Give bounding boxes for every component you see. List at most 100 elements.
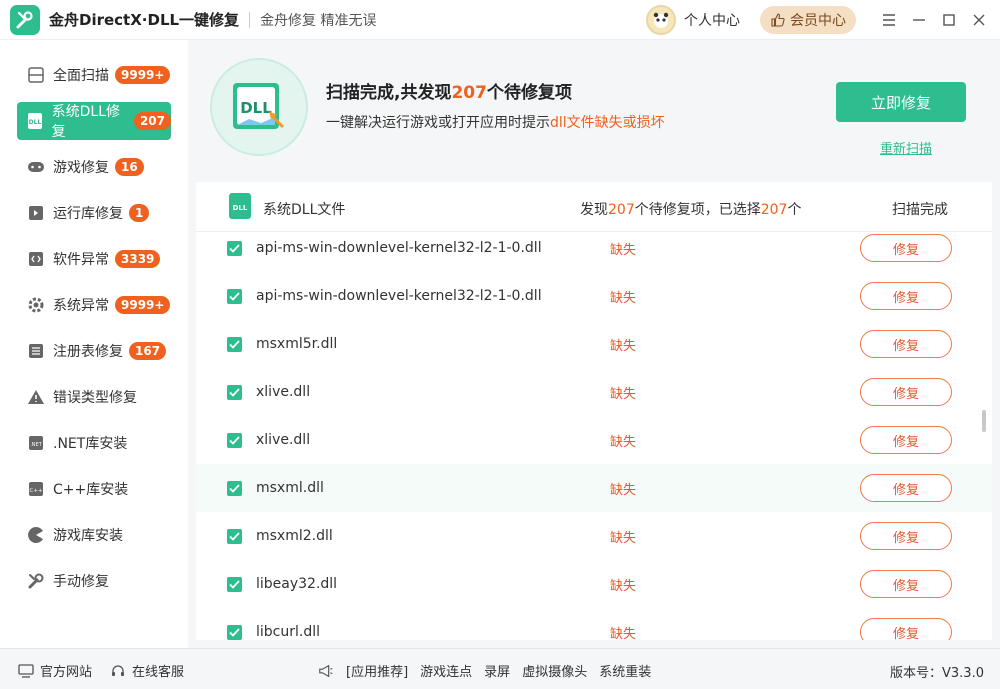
personal-center-link[interactable]: 个人中心	[684, 10, 740, 30]
row-checkbox[interactable]	[227, 576, 242, 592]
vip-center-label: 会员中心	[790, 13, 846, 29]
scan-status: 扫描完成	[892, 202, 948, 218]
dll-file-name: libcurl.dll	[256, 624, 320, 640]
dll-file-status: 缺失	[610, 434, 637, 450]
sidebar-item-full-scan[interactable]: 全面扫描 9999+	[17, 56, 171, 94]
sidebar-item-system-error[interactable]: 系统异常 9999+	[17, 286, 171, 324]
sidebar-item-label: .NET库安装	[53, 436, 128, 452]
dll-file-status: 缺失	[610, 386, 637, 402]
table-row[interactable]: libeay32.dll 缺失 修复	[196, 560, 992, 608]
table-row[interactable]: msxml2.dll 缺失 修复	[196, 512, 992, 560]
close-icon[interactable]	[964, 5, 994, 35]
count-badge: 3339	[115, 250, 161, 268]
sidebar-item-label: 系统异常	[53, 298, 109, 314]
row-checkbox[interactable]	[227, 240, 242, 256]
banner-title: 扫描完成,共发现207个待修复项	[326, 78, 572, 103]
table-row[interactable]: api-ms-win-downlevel-kernel32-l2-1-0.dll…	[196, 272, 992, 320]
minimize-icon[interactable]	[904, 5, 934, 35]
table-row[interactable]: xlive.dll 缺失 修复	[196, 368, 992, 416]
system-reinstall-link[interactable]: 系统重装	[599, 661, 651, 680]
rescan-link[interactable]: 重新扫描	[880, 138, 932, 157]
sidebar-item-runtime-repair[interactable]: 运行库修复 1	[17, 194, 171, 232]
list-rows: api-ms-win-downlevel-kernel32-l2-1-0.dll…	[196, 224, 992, 640]
row-checkbox[interactable]	[227, 384, 242, 400]
sidebar-item-label: 软件异常	[53, 252, 109, 268]
sidebar-item-game-lib-install[interactable]: 游戏库安装	[17, 516, 171, 554]
dll-file-name: xlive.dll	[256, 432, 311, 448]
menu-icon[interactable]	[874, 5, 904, 35]
row-checkbox[interactable]	[227, 336, 242, 352]
gamepad-icon	[27, 158, 45, 176]
sidebar-item-system-dll[interactable]: DLL 系统DLL修复 207	[17, 102, 171, 140]
dll-file-name: msxml.dll	[256, 480, 324, 496]
app-recommend-link[interactable]: [应用推荐]	[346, 661, 408, 680]
game-clicker-link[interactable]: 游戏连点	[420, 661, 472, 680]
repair-button[interactable]: 修复	[860, 378, 952, 406]
scrollbar[interactable]	[982, 410, 986, 432]
sidebar-item-label: C++库安装	[53, 482, 129, 498]
app-title: 金舟DirectX·DLL一键修复	[49, 11, 240, 29]
warning-icon	[27, 388, 45, 406]
count-badge: 1	[129, 204, 150, 222]
table-row[interactable]: xlive.dll 缺失 修复	[196, 416, 992, 464]
count-badge: 207	[133, 112, 171, 130]
repair-button[interactable]: 修复	[860, 618, 952, 640]
wrench-icon	[27, 572, 45, 590]
repair-button[interactable]: 修复	[860, 330, 952, 358]
avatar[interactable]	[646, 5, 676, 35]
sidebar: 全面扫描 9999+ DLL 系统DLL修复 207 游戏修复 16 运行库修复…	[0, 40, 188, 648]
dll-file-name: api-ms-win-downlevel-kernel32-l2-1-0.dll	[256, 288, 542, 304]
online-support-link[interactable]: 在线客服	[132, 661, 184, 680]
footer: 官方网站 在线客服 [应用推荐] 游戏连点 录屏 虚拟摄像头 系统重装 版本号：…	[0, 648, 1000, 689]
table-row[interactable]: api-ms-win-downlevel-kernel32-l2-1-0.dll…	[196, 224, 992, 272]
list-icon	[27, 342, 45, 360]
fix-now-button[interactable]: 立即修复	[836, 82, 966, 122]
sidebar-item-dotnet-install[interactable]: .NET .NET库安装	[17, 424, 171, 462]
repair-button[interactable]: 修复	[860, 522, 952, 550]
sidebar-item-error-type-repair[interactable]: 错误类型修复	[17, 378, 171, 416]
sidebar-item-cpp-install[interactable]: C++ C++库安装	[17, 470, 171, 508]
sidebar-item-label: 全面扫描	[53, 68, 109, 84]
dll-file-status: 缺失	[610, 242, 637, 258]
maximize-icon[interactable]	[934, 5, 964, 35]
scan-result-banner: DLL 扫描完成,共发现207个待修复项 一键解决运行游戏或打开应用时提示dll…	[188, 40, 1000, 182]
repair-button[interactable]: 修复	[860, 570, 952, 598]
sidebar-item-label: 运行库修复	[53, 206, 123, 222]
sidebar-item-registry-repair[interactable]: 注册表修复 167	[17, 332, 171, 370]
table-row[interactable]: msxml.dll 缺失 修复	[196, 464, 992, 512]
row-checkbox[interactable]	[227, 432, 242, 448]
row-checkbox[interactable]	[227, 624, 242, 640]
sidebar-item-software-error[interactable]: 软件异常 3339	[17, 240, 171, 278]
table-row[interactable]: msxml5r.dll 缺失 修复	[196, 320, 992, 368]
code-icon	[27, 250, 45, 268]
repair-button[interactable]: 修复	[860, 426, 952, 454]
monitor-icon	[18, 663, 34, 679]
sidebar-item-label: 游戏修复	[53, 160, 109, 176]
sidebar-item-label: 手动修复	[53, 574, 109, 590]
row-checkbox[interactable]	[227, 480, 242, 496]
list-found-summary: 发现207个待修复项，已选择207个	[580, 199, 801, 219]
table-row[interactable]: libcurl.dll 缺失 修复	[196, 608, 992, 640]
repair-button[interactable]: 修复	[860, 282, 952, 310]
row-checkbox[interactable]	[227, 288, 242, 304]
sidebar-item-manual-repair[interactable]: 手动修复	[17, 562, 171, 600]
official-website-link[interactable]: 官方网站	[40, 661, 92, 680]
repair-button[interactable]: 修复	[860, 474, 952, 502]
sidebar-item-label: 系统DLL修复	[51, 104, 121, 140]
row-checkbox[interactable]	[227, 528, 242, 544]
vip-center-button[interactable]: 会员中心	[760, 6, 856, 34]
svg-text:DLL: DLL	[29, 119, 42, 126]
sidebar-item-label: 错误类型修复	[53, 390, 137, 406]
pacman-icon	[27, 526, 45, 544]
cpp-icon: C++	[27, 480, 45, 498]
sidebar-item-game-repair[interactable]: 游戏修复 16	[17, 148, 171, 186]
selected-count: 207	[760, 202, 788, 218]
banner-subtitle-highlight: dll文件缺失或损坏	[550, 115, 665, 131]
repair-button[interactable]: 修复	[860, 234, 952, 262]
title-divider	[249, 11, 251, 28]
screen-record-link[interactable]: 录屏	[484, 661, 510, 680]
virtual-camera-link[interactable]: 虚拟摄像头	[522, 661, 587, 680]
count-badge: 16	[115, 158, 144, 176]
dll-file-status: 缺失	[610, 338, 637, 354]
dll-file-name: msxml2.dll	[256, 528, 333, 544]
